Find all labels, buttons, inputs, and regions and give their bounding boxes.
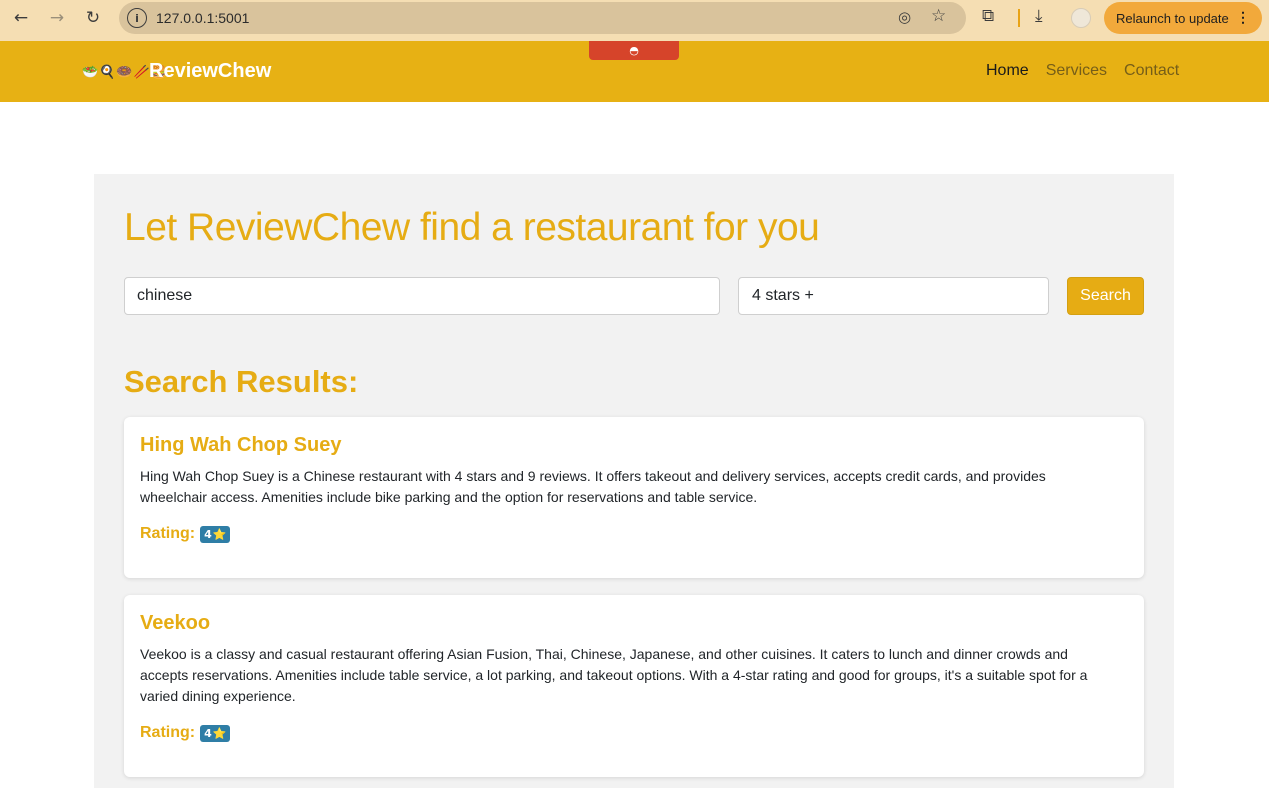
rating-row: Rating: 4 ⭐ <box>140 525 1128 543</box>
extensions-icon[interactable]: ⧉ <box>982 6 994 26</box>
tab-indicator-icon: ◓ <box>589 41 679 60</box>
rating-value: 4 <box>204 726 212 740</box>
eye-off-icon[interactable]: ◎ <box>898 8 911 26</box>
toolbar-separator <box>1018 9 1020 27</box>
nav-link-contact[interactable]: Contact <box>1124 62 1179 80</box>
back-icon[interactable]: ← <box>9 6 33 30</box>
download-icon[interactable]: ⤓ <box>1035 6 1043 26</box>
restaurant-description: Hing Wah Chop Suey is a Chinese restaura… <box>140 468 1046 505</box>
results-heading: Search Results: <box>124 364 359 399</box>
star-icon: ⭐ <box>212 726 227 740</box>
rating-row: Rating: 4 ⭐ <box>140 724 1128 742</box>
address-bar[interactable]: i 127.0.0.1:5001 ◎ ☆ <box>119 2 966 34</box>
nav-link-home[interactable]: Home <box>986 62 1029 80</box>
restaurant-name[interactable]: Veekoo <box>140 612 1128 635</box>
search-input[interactable]: chinese <box>124 277 720 315</box>
forward-icon[interactable]: → <box>45 6 69 30</box>
menu-icon[interactable]: ⋮ <box>1236 9 1250 26</box>
site-info-icon[interactable]: i <box>127 8 147 28</box>
browser-toolbar: ← → ↻ i 127.0.0.1:5001 ◎ ☆ ⧉ ⤓ Relaunch … <box>0 0 1269 41</box>
reload-icon[interactable]: ↻ <box>81 6 105 30</box>
result-card: Hing Wah Chop Suey Hing Wah Chop Suey is… <box>124 417 1144 578</box>
rating-value: 4 <box>204 527 212 541</box>
brand-name[interactable]: ReviewChew <box>149 60 271 83</box>
relaunch-label: Relaunch to update <box>1116 10 1229 26</box>
rating-badge: 4 ⭐ <box>200 525 231 543</box>
result-card: Veekoo Veekoo is a classy and casual res… <box>124 595 1144 777</box>
rating-label: Rating: <box>140 525 196 542</box>
donut-icon: 🍩 <box>116 64 133 80</box>
rating-filter-select[interactable]: 4 stars + <box>738 277 1049 315</box>
rating-label: Rating: <box>140 724 196 741</box>
star-icon: ⭐ <box>212 527 227 541</box>
nav-link-services[interactable]: Services <box>1046 62 1107 80</box>
restaurant-description: Veekoo is a classy and casual restaurant… <box>140 646 1088 704</box>
profile-avatar[interactable] <box>1071 8 1091 28</box>
chopsticks-icon: 🥢 <box>133 64 150 80</box>
salad-icon: 🥗 <box>82 64 99 80</box>
egg-icon: 🍳 <box>99 64 116 80</box>
page-title: Let ReviewChew find a restaurant for you <box>124 206 820 249</box>
rating-badge: 4 ⭐ <box>200 724 231 742</box>
url-text[interactable]: 127.0.0.1:5001 <box>156 10 249 26</box>
nav-links: Home Services Contact <box>986 62 1179 80</box>
relaunch-button[interactable]: Relaunch to update ⋮ <box>1104 2 1262 34</box>
bookmark-star-icon[interactable]: ☆ <box>931 6 946 26</box>
restaurant-name[interactable]: Hing Wah Chop Suey <box>140 434 1128 457</box>
search-button[interactable]: Search <box>1067 277 1144 315</box>
